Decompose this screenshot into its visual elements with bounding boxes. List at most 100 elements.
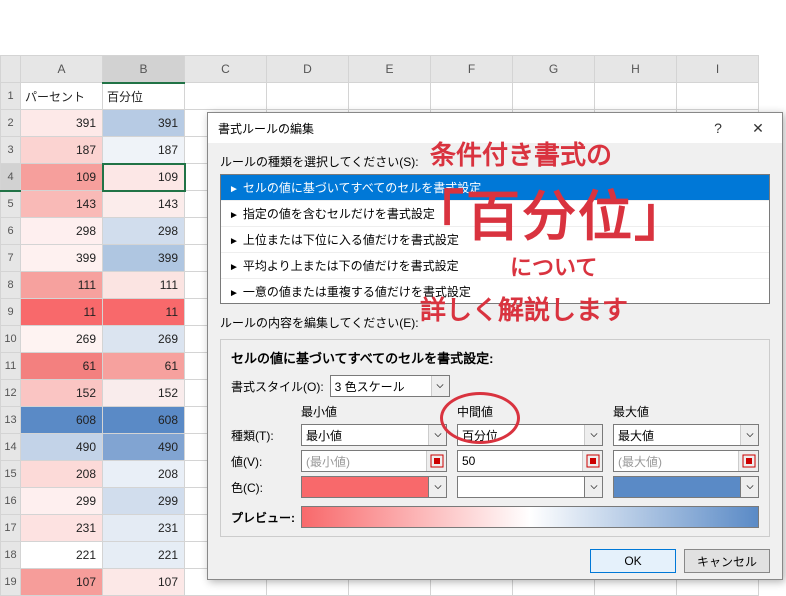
- cell[interactable]: [267, 83, 349, 110]
- mid-value-input[interactable]: 50: [457, 450, 603, 472]
- cell[interactable]: 608: [103, 407, 185, 434]
- ok-button[interactable]: OK: [590, 549, 676, 573]
- cell[interactable]: 221: [21, 542, 103, 569]
- cell[interactable]: 143: [21, 191, 103, 218]
- min-value-input[interactable]: (最小値): [301, 450, 447, 472]
- cell[interactable]: 490: [103, 434, 185, 461]
- cell[interactable]: 299: [21, 488, 103, 515]
- cell[interactable]: 269: [21, 326, 103, 353]
- cell[interactable]: 608: [21, 407, 103, 434]
- rule-type-item[interactable]: ►上位または下位に入る値だけを書式設定: [221, 227, 769, 253]
- cell[interactable]: 187: [21, 137, 103, 164]
- cell[interactable]: 11: [103, 299, 185, 326]
- row-header[interactable]: 14: [1, 434, 21, 461]
- row-header[interactable]: 8: [1, 272, 21, 299]
- cell[interactable]: [185, 83, 267, 110]
- cell[interactable]: [595, 83, 677, 110]
- col-header-h[interactable]: H: [595, 56, 677, 83]
- cell[interactable]: 109: [21, 164, 103, 191]
- row-header[interactable]: 2: [1, 110, 21, 137]
- cell[interactable]: 143: [103, 191, 185, 218]
- mid-color-select[interactable]: [457, 476, 603, 498]
- row-header[interactable]: 17: [1, 515, 21, 542]
- cell[interactable]: 391: [21, 110, 103, 137]
- max-type-select[interactable]: 最大値: [613, 424, 759, 446]
- min-color-select[interactable]: [301, 476, 447, 498]
- rule-type-item[interactable]: ►指定の値を含むセルだけを書式設定: [221, 201, 769, 227]
- max-value-input[interactable]: (最大値): [613, 450, 759, 472]
- cell[interactable]: 298: [21, 218, 103, 245]
- row-header[interactable]: 4: [1, 164, 21, 191]
- format-style-select[interactable]: 3 色スケール: [330, 375, 450, 397]
- cell[interactable]: 208: [103, 461, 185, 488]
- cell[interactable]: 111: [21, 272, 103, 299]
- cell[interactable]: 298: [103, 218, 185, 245]
- cell[interactable]: 107: [103, 569, 185, 596]
- cell[interactable]: 269: [103, 326, 185, 353]
- row-header[interactable]: 19: [1, 569, 21, 596]
- cell[interactable]: 391: [103, 110, 185, 137]
- range-picker-icon[interactable]: [426, 451, 446, 471]
- rule-type-list[interactable]: ►セルの値に基づいてすべてのセルを書式設定 ►指定の値を含むセルだけを書式設定 …: [220, 174, 770, 304]
- chevron-down-icon: [584, 425, 602, 445]
- corner-cell[interactable]: [1, 56, 21, 83]
- cell[interactable]: 152: [103, 380, 185, 407]
- col-header-e[interactable]: E: [349, 56, 431, 83]
- cell[interactable]: 221: [103, 542, 185, 569]
- cell[interactable]: 299: [103, 488, 185, 515]
- row-header[interactable]: 3: [1, 137, 21, 164]
- cell[interactable]: パーセント: [21, 83, 103, 110]
- col-header-d[interactable]: D: [267, 56, 349, 83]
- cell[interactable]: [513, 83, 595, 110]
- close-button[interactable]: ✕: [738, 114, 778, 142]
- row-header[interactable]: 15: [1, 461, 21, 488]
- col-header-c[interactable]: C: [185, 56, 267, 83]
- cell[interactable]: 107: [21, 569, 103, 596]
- cell[interactable]: 231: [21, 515, 103, 542]
- row-header[interactable]: 9: [1, 299, 21, 326]
- col-header-a[interactable]: A: [21, 56, 103, 83]
- mid-type-select[interactable]: 百分位: [457, 424, 603, 446]
- cell[interactable]: 百分位: [103, 83, 185, 110]
- cell[interactable]: 152: [21, 380, 103, 407]
- col-header-g[interactable]: G: [513, 56, 595, 83]
- cell[interactable]: 399: [21, 245, 103, 272]
- rule-type-item[interactable]: ►セルの値に基づいてすべてのセルを書式設定: [221, 175, 769, 201]
- range-picker-icon[interactable]: [582, 451, 602, 471]
- cell[interactable]: [349, 83, 431, 110]
- cancel-button[interactable]: キャンセル: [684, 549, 770, 573]
- row-header[interactable]: 10: [1, 326, 21, 353]
- row-header[interactable]: 6: [1, 218, 21, 245]
- rule-type-item[interactable]: ►一意の値または重複する値だけを書式設定: [221, 279, 769, 304]
- cell[interactable]: 187: [103, 137, 185, 164]
- rule-type-item[interactable]: ►平均より上または下の値だけを書式設定: [221, 253, 769, 279]
- row-header[interactable]: 12: [1, 380, 21, 407]
- cell[interactable]: 490: [21, 434, 103, 461]
- cell[interactable]: 61: [103, 353, 185, 380]
- cell[interactable]: 61: [21, 353, 103, 380]
- cell[interactable]: 11: [21, 299, 103, 326]
- cell[interactable]: [431, 83, 513, 110]
- min-header: 最小値: [301, 403, 447, 420]
- row-header[interactable]: 1: [1, 83, 21, 110]
- col-header-i[interactable]: I: [677, 56, 759, 83]
- row-header[interactable]: 13: [1, 407, 21, 434]
- cell[interactable]: 399: [103, 245, 185, 272]
- cell[interactable]: 231: [103, 515, 185, 542]
- row-header[interactable]: 18: [1, 542, 21, 569]
- cell[interactable]: 208: [21, 461, 103, 488]
- row-header[interactable]: 5: [1, 191, 21, 218]
- col-header-b[interactable]: B: [103, 56, 185, 83]
- max-color-select[interactable]: [613, 476, 759, 498]
- help-button[interactable]: ?: [698, 114, 738, 142]
- cell[interactable]: [677, 83, 759, 110]
- cell[interactable]: 109: [103, 164, 185, 191]
- dialog-titlebar[interactable]: 書式ルールの編集 ? ✕: [208, 113, 782, 143]
- cell[interactable]: 111: [103, 272, 185, 299]
- range-picker-icon[interactable]: [738, 451, 758, 471]
- row-header[interactable]: 16: [1, 488, 21, 515]
- min-type-select[interactable]: 最小値: [301, 424, 447, 446]
- row-header[interactable]: 11: [1, 353, 21, 380]
- col-header-f[interactable]: F: [431, 56, 513, 83]
- row-header[interactable]: 7: [1, 245, 21, 272]
